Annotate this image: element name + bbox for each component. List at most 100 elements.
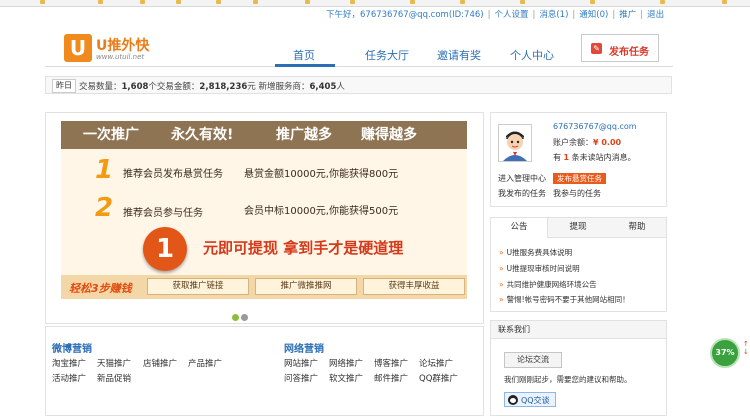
forum-exchange-button[interactable]: 论坛交流 xyxy=(504,352,562,368)
banner-headline: 一次推广 永久有效! 推广越多 赚得越多 xyxy=(61,121,467,149)
speed-arrows-icon: ↑ ↓ xyxy=(743,340,749,356)
category-link[interactable]: QQ群推广 xyxy=(419,372,458,384)
get-link-step[interactable]: 获取推广链接 xyxy=(147,278,249,295)
publish-task-button[interactable]: ✎ 发布任务 xyxy=(581,34,659,62)
folder-icon[interactable] xyxy=(40,0,45,4)
tab-announcement[interactable]: 公告 xyxy=(491,218,548,238)
folder-icon[interactable] xyxy=(590,0,595,4)
promote-step[interactable]: 推广微推推网 xyxy=(255,278,357,295)
notifications-link[interactable]: 通知(0) xyxy=(579,8,608,20)
stats-text: 交易数量：1,608个交易金额：2,818,236元 新增服务商：6,405人 xyxy=(79,82,345,92)
category-link[interactable]: 产品推广 xyxy=(188,357,222,369)
folder-icon[interactable] xyxy=(305,0,310,4)
user-email[interactable]: 676736767@qq.com xyxy=(553,122,637,131)
messages-link[interactable]: 消息(1) xyxy=(539,8,568,20)
folder-icon[interactable] xyxy=(216,0,221,4)
carousel-dot[interactable] xyxy=(241,314,248,321)
promo-banner[interactable]: 一次推广 永久有效! 推广越多 赚得越多 1 推荐会员发布悬赏任务 悬赏金额10… xyxy=(61,121,467,299)
banner-line-2: 推荐会员参与任务 xyxy=(123,208,203,219)
category-link[interactable]: 活动推广 xyxy=(52,372,86,384)
earn-step[interactable]: 获得丰厚收益 xyxy=(363,278,465,295)
banner-reward-1: 悬赏金额10000元,你能获得800元 xyxy=(244,169,399,180)
my-joined-tasks-link[interactable]: 我参与的任务 xyxy=(553,188,601,199)
weibo-marketing-title[interactable]: 微博营销 xyxy=(52,340,92,355)
logo-name: U推外快 xyxy=(96,38,150,54)
category-panel xyxy=(45,326,484,416)
category-link[interactable]: 博客推广 xyxy=(374,357,408,369)
user-avatar-icon[interactable] xyxy=(498,124,532,162)
tx-count: 1,608 xyxy=(121,82,149,92)
category-link[interactable]: 网站推广 xyxy=(284,357,318,369)
nav-task-hall[interactable]: 任务大厅 xyxy=(365,47,409,63)
steps-label: 轻松3步赚钱 xyxy=(69,282,132,295)
category-link[interactable]: 新品促销 xyxy=(97,372,131,384)
tab-withdraw[interactable]: 提现 xyxy=(549,218,607,237)
publish-task-label: 发布任务 xyxy=(609,47,649,58)
banner-reward-2: 会员中标10000元,你能获得500元 xyxy=(244,206,399,217)
folder-icon[interactable] xyxy=(350,0,355,4)
step-number-2: 2 xyxy=(95,193,114,223)
browser-favorites-bar xyxy=(0,0,750,7)
category-link[interactable]: 邮件推广 xyxy=(374,372,408,384)
speed-badge[interactable]: 37% xyxy=(710,338,740,368)
notice-panel: 公告 提现 帮助 U推服务费具体说明 U推提现审核时间说明 共同维护健康网络环境… xyxy=(490,217,667,312)
promote-link[interactable]: 推广 xyxy=(619,8,636,20)
tab-help[interactable]: 帮助 xyxy=(608,218,666,237)
logo-mark: U xyxy=(64,34,92,62)
folder-icon[interactable] xyxy=(140,0,145,4)
my-published-tasks-link[interactable]: 我发布的任务 xyxy=(498,188,546,199)
folder-icon[interactable] xyxy=(253,0,258,4)
nav-active-indicator xyxy=(275,64,335,67)
top-links: 下午好，676736767@qq.com(ID:746) | 个人设置 | 消息(1) |… xyxy=(326,8,665,20)
folder-icon[interactable] xyxy=(98,0,103,4)
folder-icon[interactable] xyxy=(410,0,415,4)
category-link[interactable]: 问答推广 xyxy=(284,372,318,384)
carousel-dot-active[interactable] xyxy=(232,314,239,321)
nav-personal-center[interactable]: 个人中心 xyxy=(510,47,554,63)
stats-tab-yesterday[interactable]: 昨日 xyxy=(52,79,76,93)
unread-messages[interactable]: 有 1 条未读站内消息。 xyxy=(553,152,636,163)
contact-panel: 联系我们 论坛交流 我们刚刚起步，需要您的建议和帮助。 QQ交谈 xyxy=(490,320,667,416)
category-link[interactable]: 店铺推广 xyxy=(143,357,177,369)
personal-settings-link[interactable]: 个人设置 xyxy=(494,8,528,20)
manage-center-link[interactable]: 进入管理中心 xyxy=(498,173,546,184)
notice-item[interactable]: U推服务费具体说明 xyxy=(499,247,573,258)
notice-item[interactable]: U推提现审核时间说明 xyxy=(499,263,580,274)
big-one-badge: 1 xyxy=(143,227,187,271)
balance-row: 账户余额：¥ 0.00 xyxy=(553,138,622,147)
user-panel: 676736767@qq.com 账户余额：¥ 0.00 有 1 条未读站内消息… xyxy=(490,112,667,207)
qq-icon xyxy=(508,395,518,405)
logout-link[interactable]: 退出 xyxy=(647,8,664,20)
notice-item[interactable]: 共同维护健康网络环境公告 xyxy=(499,279,597,290)
folder-icon[interactable] xyxy=(460,0,465,4)
contact-text: 我们刚刚起步，需要您的建议和帮助。 xyxy=(504,375,632,384)
banner-slogan: 元即可提现 拿到手才是硬道理 xyxy=(203,239,404,257)
category-link[interactable]: 软文推广 xyxy=(329,372,363,384)
category-link[interactable]: 网络推广 xyxy=(329,357,363,369)
stats-bar: 昨日 交易数量：1,608个交易金额：2,818,236元 新增服务商：6,40… xyxy=(45,76,672,94)
folder-icon[interactable] xyxy=(176,0,181,4)
category-link[interactable]: 天猫推广 xyxy=(97,357,131,369)
notice-item[interactable]: 警惕!帐号密码不要于其他网站相同！ xyxy=(499,294,630,305)
site-logo[interactable]: U U推外快 www.utuil.net xyxy=(64,34,172,64)
new-count: 6,405 xyxy=(309,82,337,92)
balance-value: ¥ 0.00 xyxy=(593,138,622,147)
folder-icon[interactable] xyxy=(722,0,727,4)
edit-icon: ✎ xyxy=(591,43,602,54)
qq-chat-button[interactable]: QQ交谈 xyxy=(504,392,556,407)
publish-reward-button[interactable]: 发布悬赏任务 xyxy=(553,173,606,184)
nav-home[interactable]: 首页 xyxy=(293,47,315,63)
greeting-text[interactable]: 下午好，676736767@qq.com(ID:746) xyxy=(326,8,484,20)
contact-title: 联系我们 xyxy=(491,321,666,339)
notice-tabs: 公告 提现 帮助 xyxy=(491,218,666,238)
web-marketing-title[interactable]: 网络营销 xyxy=(284,340,324,355)
folder-icon[interactable] xyxy=(520,0,525,4)
nav-divider xyxy=(45,66,673,67)
tx-amount: 2,818,236 xyxy=(199,82,248,92)
category-link[interactable]: 淘宝推广 xyxy=(52,357,86,369)
category-link[interactable]: 论坛推广 xyxy=(419,357,453,369)
banner-steps-bar: 轻松3步赚钱 获取推广链接 推广微推推网 获得丰厚收益 xyxy=(61,275,467,299)
folder-icon[interactable] xyxy=(660,0,665,4)
nav-invite[interactable]: 邀请有奖 xyxy=(437,47,481,63)
step-number-1: 1 xyxy=(95,155,114,185)
